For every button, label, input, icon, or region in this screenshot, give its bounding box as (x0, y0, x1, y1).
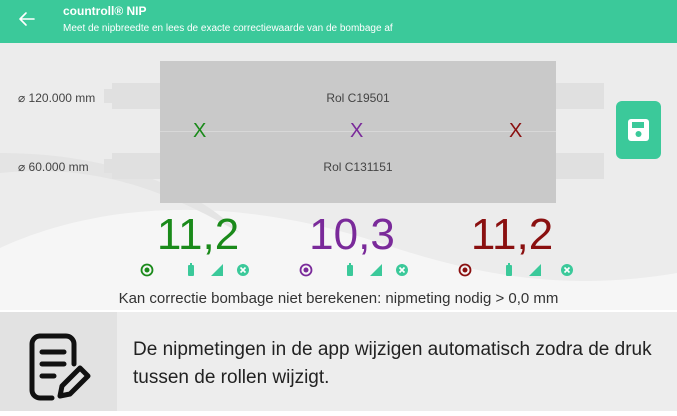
target-icon[interactable] (140, 263, 154, 277)
close-circle-icon[interactable] (560, 263, 574, 277)
top-left-shaft (112, 83, 160, 109)
signal-icon (370, 264, 382, 276)
bottom-right-shaft (556, 153, 604, 179)
measure-point-center[interactable]: X (350, 120, 363, 143)
roll-pair: Rol C19501 Rol C131151 X X X (160, 61, 556, 203)
bottom-diameter-label: ⌀ 60.000 mm (18, 160, 89, 174)
bottom-left-shaft (112, 153, 160, 179)
app-title: countroll® NIP (63, 4, 147, 18)
signal-icon (211, 264, 223, 276)
measure-point-right[interactable]: X (509, 120, 522, 143)
note-icon-panel (0, 312, 117, 411)
battery-icon (347, 263, 353, 276)
app-bar: countroll® NIP Meet de nipbreedte en lee… (0, 0, 677, 43)
target-icon[interactable] (458, 263, 472, 277)
save-icon (628, 119, 649, 141)
target-icon[interactable] (299, 263, 313, 277)
sensor-icons-center (299, 263, 419, 277)
nip-diagram-area: ⌀ 120.000 mm ⌀ 60.000 mm Rol C19501 Rol … (0, 43, 677, 310)
measurement-value-right: 11,2 (470, 210, 554, 259)
measurement-value-left: 11,2 (156, 210, 240, 259)
sensor-icons-right (458, 263, 578, 277)
save-button[interactable] (616, 101, 661, 159)
note-text: De nipmetingen in de app wijzigen automa… (133, 339, 652, 388)
battery-icon (506, 263, 512, 276)
status-message: Kan correctie bombage niet berekenen: ni… (118, 290, 559, 307)
top-left-shaft-tip (104, 89, 114, 103)
close-circle-icon[interactable] (236, 263, 250, 277)
measurement-value-center: 10,3 (309, 210, 395, 259)
battery-icon (188, 263, 194, 276)
top-roll-label: Rol C19501 (326, 91, 390, 105)
app-subtitle: Meet de nipbreedte en lees de exacte cor… (63, 23, 393, 34)
document-edit-icon (29, 333, 91, 401)
signal-icon (529, 264, 541, 276)
note-box: De nipmetingen in de app wijzigen automa… (0, 312, 677, 411)
close-circle-icon[interactable] (395, 263, 409, 277)
top-diameter-label: ⌀ 120.000 mm (18, 91, 96, 105)
back-arrow-icon[interactable] (16, 8, 38, 30)
measure-point-left[interactable]: X (193, 120, 206, 143)
sensor-icons-left (140, 263, 260, 277)
bottom-left-shaft-tip (104, 159, 114, 173)
bottom-roll-label: Rol C131151 (323, 160, 393, 174)
top-right-shaft (556, 83, 604, 109)
